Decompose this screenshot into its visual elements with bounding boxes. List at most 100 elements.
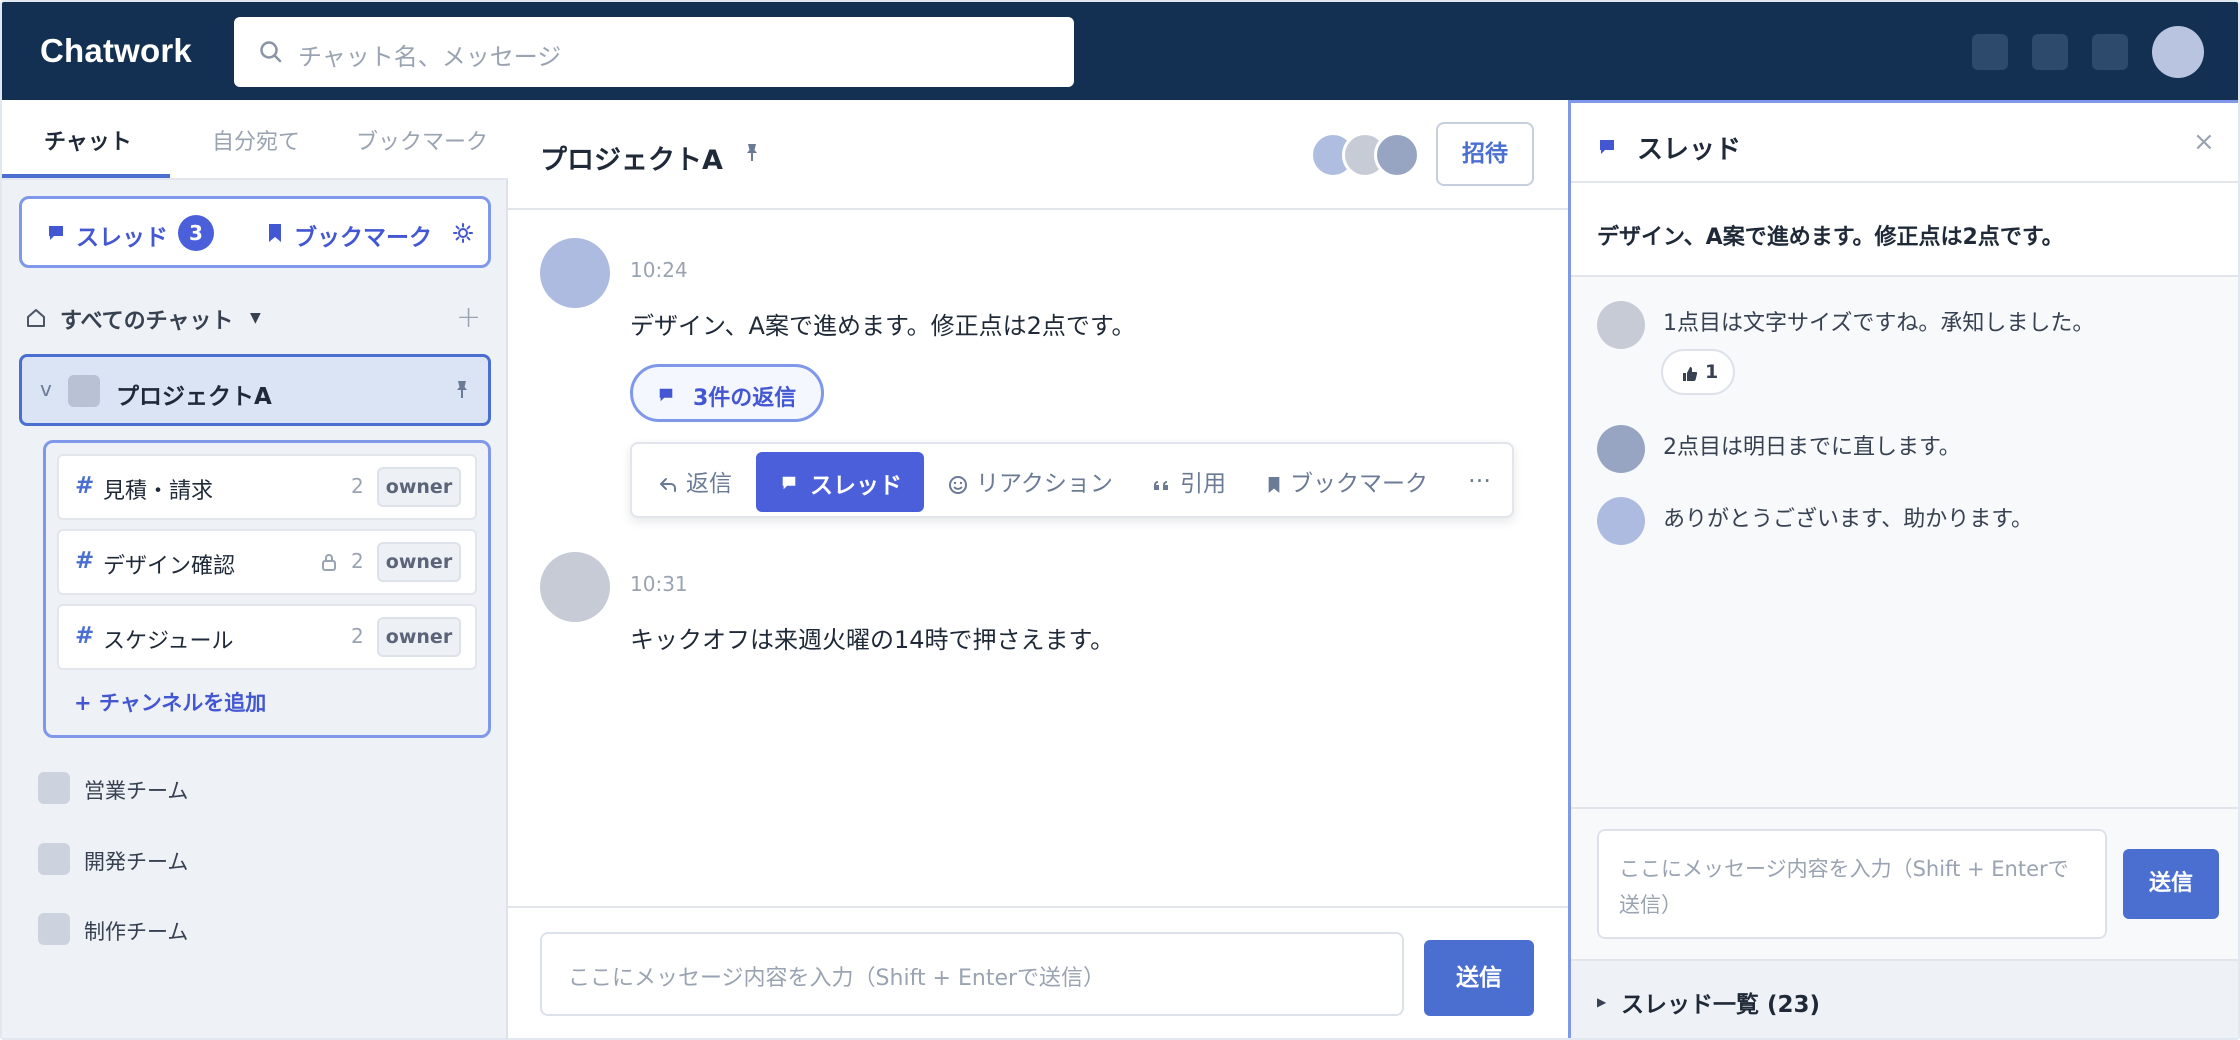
app-logo[interactable]: Chatwork [40,32,192,70]
add-channel-button[interactable]: + チャンネルを追加 [74,687,266,717]
settings-icon[interactable] [452,222,474,244]
channel-row[interactable]: # 見積・請求 2 owner [57,454,477,520]
bookmark-icon [269,224,281,242]
more-button[interactable]: … [1468,462,1491,488]
thread-action-label: スレッド [810,473,902,499]
avatar[interactable] [540,552,610,622]
reply-icon [660,477,676,492]
active-tab-indicator [2,174,170,178]
role-badge: owner [377,617,461,657]
thread-reply-text: ありがとうございます、助かります。 [1663,507,2034,532]
thread-list-label: スレッド一覧 (23) [1621,992,1821,1018]
bookmark-label: ブックマーク [1290,471,1428,497]
pin-icon[interactable] [454,379,470,401]
search-placeholder: チャット名、メッセージ [298,43,562,71]
sidebar: チャット 自分宛て ブックマーク スレッド 3 ブックマーク すべてのチャット … [2,100,508,1038]
caret-down-icon: ▼ [250,310,261,326]
search-icon [260,41,282,63]
header-icon-button-2[interactable] [2032,34,2068,70]
invite-button[interactable]: 招待 [1436,122,1534,186]
chat-header: プロジェクトA 招待 [508,100,1568,210]
message-action-toolbar: 返信 スレッド リアクション 引用 ブックマーク … [630,442,1514,518]
home-icon [27,309,45,327]
replies-button[interactable]: 3件の返信 [630,364,824,422]
hash-icon: # [75,548,95,574]
thread-icon [49,226,63,240]
avatar[interactable] [540,238,610,308]
thread-panel: スレッド × デザイン、A案で進めます。修正点は2点です。 1点目は文字サイズで… [1568,100,2238,1038]
channel-list: # 見積・請求 2 owner # デザイン確認 2 owner # スケジュー… [43,440,491,738]
lock-icon [322,554,336,571]
team-avatar [38,843,70,875]
smile-icon [949,475,967,494]
team-name: 制作チーム [84,920,189,944]
channel-row[interactable]: # スケジュール 2 owner [57,604,477,670]
thread-panel-title: スレッド [1637,135,1742,165]
thread-message-input[interactable]: ここにメッセージ内容を入力（Shift + Enterで送信） [1597,829,2107,939]
team-name: 開発チーム [84,850,189,874]
thread-icon [659,388,673,402]
thread-composer-area: ここにメッセージ内容を入力（Shift + Enterで送信） 送信 [1571,807,2238,959]
message-input-placeholder: ここにメッセージ内容を入力（Shift + Enterで送信） [568,966,1106,991]
bookmark-filter-button[interactable]: ブックマーク [294,218,432,252]
top-bar: Chatwork チャット名、メッセージ [2,2,2238,100]
hash-icon: # [75,473,95,499]
thread-reply-text: 1点目は文字サイズですね。承知しました。 [1663,311,2095,336]
member-avatar[interactable] [1374,132,1420,178]
thread-list-toggle[interactable]: ▶ スレッド一覧 (23) [1571,959,2238,1038]
all-chats-dropdown[interactable]: すべてのチャット [60,303,233,335]
replies-label: 3件の返信 [693,386,797,411]
channel-name: デザイン確認 [103,554,236,579]
team-avatar [38,913,70,945]
reaction-label: リアクション [976,471,1113,497]
team-avatar [38,772,70,804]
thread-send-button[interactable]: 送信 [2123,849,2219,919]
channel-row[interactable]: # デザイン確認 2 owner [57,529,477,595]
channel-count: 2 [351,474,364,498]
thread-replies: 1点目は文字サイズですね。承知しました。 1 2点目は明日までに直します。 あり… [1571,277,2238,807]
avatar[interactable] [1597,301,1645,349]
tab-chat[interactable]: チャット [44,124,132,156]
thread-parent-message: デザイン、A案で進めます。修正点は2点です。 [1571,181,2238,277]
caret-right-icon: ▶ [1597,995,1607,1009]
thread-reply-text: 2点目は明日までに直します。 [1663,435,1961,460]
avatar[interactable] [1597,425,1645,473]
reaction-count: 1 [1705,361,1719,383]
search-input[interactable]: チャット名、メッセージ [234,17,1074,87]
channel-count: 2 [351,549,364,573]
header-icon-button-3[interactable] [2092,34,2128,70]
tab-bookmarks[interactable]: ブックマーク [356,124,488,156]
pin-icon[interactable] [744,142,760,164]
chat-item-active[interactable]: v プロジェクトA [19,354,491,426]
reaction-action[interactable]: リアクション [948,464,1113,498]
avatar[interactable] [1597,497,1645,545]
message-time: 10:24 [630,258,688,282]
quote-action[interactable]: 引用 [1152,464,1226,498]
user-avatar[interactable] [2152,26,2204,78]
thread-filter-button[interactable]: スレッド [76,218,168,252]
message-text: キックオフは来週火曜の14時で押さえます。 [630,626,1115,654]
reply-action[interactable]: 返信 [658,464,732,498]
reply-label: 返信 [686,471,732,497]
thread-icon [1600,140,1614,154]
add-chat-button[interactable]: + [456,300,481,335]
chat-avatar [68,375,100,407]
send-button[interactable]: 送信 [1424,940,1534,1016]
header-icon-button-1[interactable] [1972,34,2008,70]
tab-mentions[interactable]: 自分宛て [212,124,300,156]
app-window: Chatwork チャット名、メッセージ チャット 自分宛て ブックマーク スレ… [0,0,2240,1040]
thumbs-up-icon [1683,367,1698,381]
message-input[interactable]: ここにメッセージ内容を入力（Shift + Enterで送信） [540,932,1404,1016]
channel-name: 見積・請求 [103,479,214,504]
close-icon[interactable]: × [2193,127,2215,157]
thread-count-badge: 3 [178,215,214,251]
bookmark-action[interactable]: ブックマーク [1266,464,1428,498]
thread-icon [782,476,796,490]
reaction-chip[interactable]: 1 [1661,349,1735,395]
team-name: 営業チーム [84,779,189,803]
thread-input-placeholder: ここにメッセージ内容を入力（Shift + Enterで送信） [1619,857,2069,917]
chat-title: プロジェクトA [540,145,723,176]
chevron-down-icon[interactable]: v [40,377,52,401]
thread-parent-text: デザイン、A案で進めます。修正点は2点です。 [1597,225,2064,250]
thread-action[interactable]: スレッド [756,452,924,512]
